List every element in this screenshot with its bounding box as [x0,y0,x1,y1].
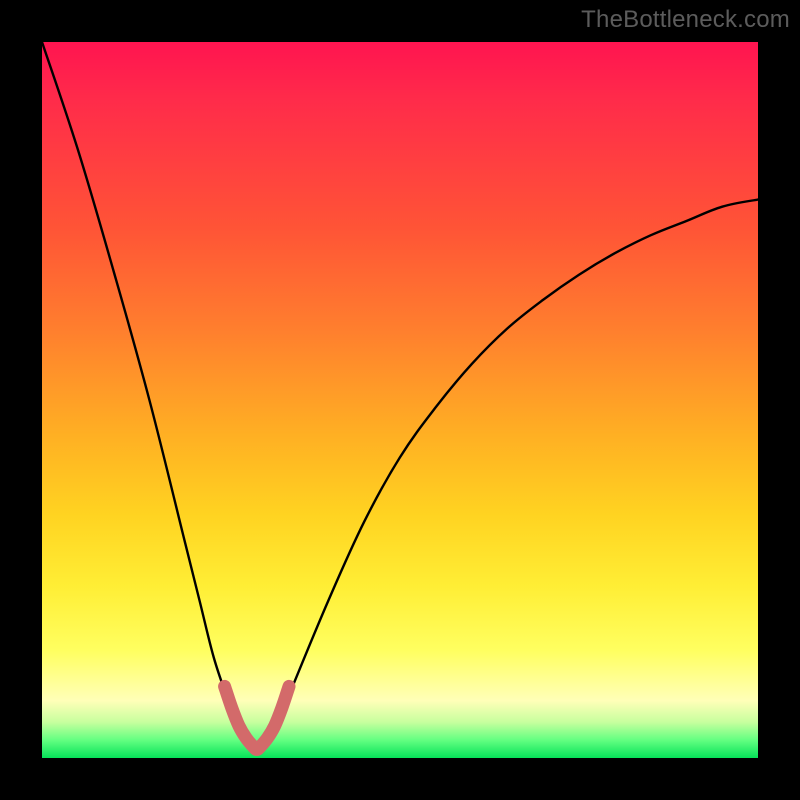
curve-layer [42,42,758,758]
plot-area [42,42,758,758]
chart-frame: TheBottleneck.com [0,0,800,800]
highlight-segment-path [225,686,289,749]
bottleneck-curve-path [42,42,758,751]
watermark-text: TheBottleneck.com [581,6,790,34]
